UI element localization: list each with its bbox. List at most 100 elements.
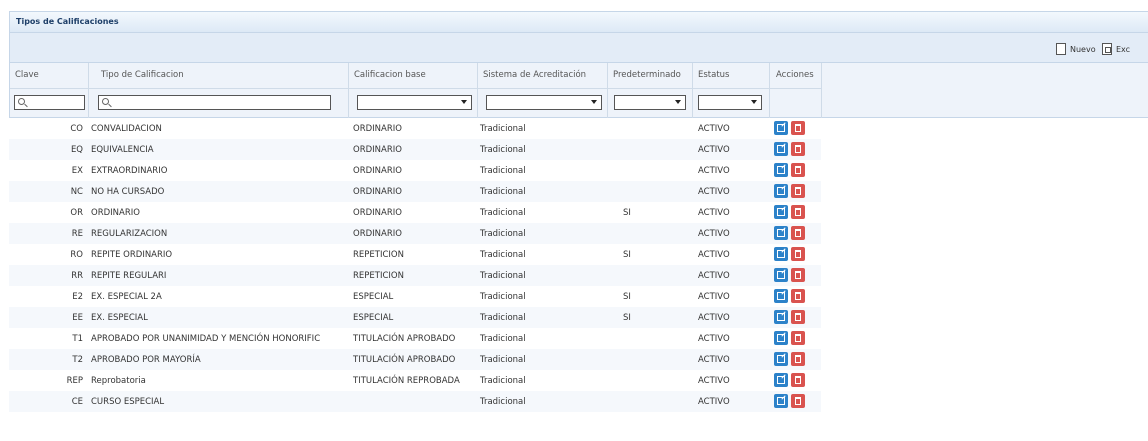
cell-estatus: ACTIVO bbox=[698, 145, 730, 155]
trash-icon bbox=[795, 208, 801, 216]
trash-icon bbox=[795, 250, 801, 258]
delete-button[interactable] bbox=[791, 205, 805, 219]
edit-button[interactable] bbox=[774, 163, 788, 177]
cell-tipo: CURSO ESPECIAL bbox=[91, 397, 165, 407]
edit-icon bbox=[777, 292, 785, 300]
delete-button[interactable] bbox=[791, 331, 805, 345]
delete-button[interactable] bbox=[791, 184, 805, 198]
trash-icon bbox=[795, 187, 801, 195]
toolbar: Nuevo Exc bbox=[9, 33, 1148, 63]
edit-button[interactable] bbox=[774, 226, 788, 240]
cell-sistema: Tradicional bbox=[480, 124, 526, 134]
panel-title: Tipos de Calificaciones bbox=[9, 11, 1148, 33]
trash-icon bbox=[795, 166, 801, 174]
cell-sistema: Tradicional bbox=[480, 355, 526, 365]
edit-button[interactable] bbox=[774, 184, 788, 198]
edit-icon bbox=[777, 376, 785, 384]
export-button[interactable]: Exc bbox=[1102, 42, 1130, 56]
edit-button[interactable] bbox=[774, 373, 788, 387]
table-row[interactable]: EQ EQUIVALENCIA ORDINARIO Tradicional AC… bbox=[9, 139, 821, 160]
filter-base-select[interactable] bbox=[357, 95, 472, 110]
edit-button[interactable] bbox=[774, 268, 788, 282]
column-clave[interactable]: Clave bbox=[10, 63, 89, 118]
delete-button[interactable] bbox=[791, 121, 805, 135]
cell-estatus: ACTIVO bbox=[698, 208, 730, 218]
delete-button[interactable] bbox=[791, 142, 805, 156]
delete-button[interactable] bbox=[791, 163, 805, 177]
cell-estatus: ACTIVO bbox=[698, 313, 730, 323]
cell-base: TITULACIÓN APROBADO bbox=[353, 355, 456, 365]
edit-button[interactable] bbox=[774, 394, 788, 408]
edit-button[interactable] bbox=[774, 289, 788, 303]
cell-estatus: ACTIVO bbox=[698, 124, 730, 134]
column-predeterminado-label: Predeterminado bbox=[613, 70, 681, 80]
filter-estatus-select[interactable] bbox=[698, 95, 762, 110]
column-clave-label: Clave bbox=[15, 70, 39, 80]
delete-button[interactable] bbox=[791, 310, 805, 324]
table-row[interactable]: RR REPITE REGULARI REPETICION Tradiciona… bbox=[9, 265, 821, 286]
table-row[interactable]: E2 EX. ESPECIAL 2A ESPECIAL Tradicional … bbox=[9, 286, 821, 307]
column-predeterminado[interactable]: Predeterminado bbox=[608, 63, 693, 118]
search-icon bbox=[102, 98, 109, 105]
column-tipo-label: Tipo de Calificacion bbox=[101, 70, 184, 80]
cell-tipo: APROBADO POR MAYORÍA bbox=[91, 355, 201, 365]
edit-button[interactable] bbox=[774, 331, 788, 345]
cell-tipo: ORDINARIO bbox=[91, 208, 140, 218]
cell-sistema: Tradicional bbox=[480, 334, 526, 344]
table-row[interactable]: NC NO HA CURSADO ORDINARIO Tradicional A… bbox=[9, 181, 821, 202]
table-row[interactable]: CE CURSO ESPECIAL Tradicional ACTIVO bbox=[9, 391, 821, 412]
delete-button[interactable] bbox=[791, 352, 805, 366]
edit-icon bbox=[777, 187, 785, 195]
cell-base: ORDINARIO bbox=[353, 229, 402, 239]
edit-button[interactable] bbox=[774, 310, 788, 324]
column-tipo[interactable]: Tipo de Calificacion bbox=[89, 63, 349, 118]
table-row[interactable]: EE EX. ESPECIAL ESPECIAL Tradicional SI … bbox=[9, 307, 821, 328]
edit-button[interactable] bbox=[774, 142, 788, 156]
delete-button[interactable] bbox=[791, 394, 805, 408]
table-row[interactable]: CO CONVALIDACION ORDINARIO Tradicional A… bbox=[9, 118, 821, 139]
cell-tipo: NO HA CURSADO bbox=[91, 187, 165, 197]
column-base[interactable]: Calificacion base bbox=[349, 63, 478, 118]
table-row[interactable]: T2 APROBADO POR MAYORÍA TITULACIÓN APROB… bbox=[9, 349, 821, 370]
filter-sistema-select[interactable] bbox=[486, 95, 602, 110]
edit-button[interactable] bbox=[774, 205, 788, 219]
filter-tipo-input[interactable] bbox=[98, 95, 331, 110]
table-row[interactable]: REP Reprobatoria TITULACIÓN REPROBADA Tr… bbox=[9, 370, 821, 391]
table-row[interactable]: RO REPITE ORDINARIO REPETICION Tradicion… bbox=[9, 244, 821, 265]
trash-icon bbox=[795, 124, 801, 132]
cell-estatus: ACTIVO bbox=[698, 397, 730, 407]
cell-base: ESPECIAL bbox=[353, 313, 394, 323]
new-button[interactable]: Nuevo bbox=[1056, 42, 1096, 56]
cell-base: ORDINARIO bbox=[353, 124, 402, 134]
table-row[interactable]: T1 APROBADO POR UNANIMIDAD Y MENCIÓN HON… bbox=[9, 328, 821, 349]
table-row[interactable]: RE REGULARIZACION ORDINARIO Tradicional … bbox=[9, 223, 821, 244]
edit-button[interactable] bbox=[774, 247, 788, 261]
cell-sistema: Tradicional bbox=[480, 313, 526, 323]
cell-estatus: ACTIVO bbox=[698, 271, 730, 281]
edit-button[interactable] bbox=[774, 352, 788, 366]
cell-predeterminado: SI bbox=[623, 292, 631, 302]
filter-predeterminado-select[interactable] bbox=[614, 95, 686, 110]
cell-estatus: ACTIVO bbox=[698, 376, 730, 386]
delete-button[interactable] bbox=[791, 268, 805, 282]
trash-icon bbox=[795, 229, 801, 237]
delete-button[interactable] bbox=[791, 226, 805, 240]
cell-estatus: ACTIVO bbox=[698, 187, 730, 197]
cell-sistema: Tradicional bbox=[480, 187, 526, 197]
column-estatus[interactable]: Estatus bbox=[693, 63, 770, 118]
column-sistema[interactable]: Sistema de Acreditación bbox=[478, 63, 608, 118]
search-icon bbox=[18, 98, 25, 105]
new-document-icon bbox=[1056, 43, 1066, 55]
edit-button[interactable] bbox=[774, 121, 788, 135]
delete-button[interactable] bbox=[791, 247, 805, 261]
cell-tipo: Reprobatoria bbox=[91, 376, 146, 386]
edit-icon bbox=[777, 355, 785, 363]
table-row[interactable]: EX EXTRAORDINARIO ORDINARIO Tradicional … bbox=[9, 160, 821, 181]
cell-clave: RO bbox=[70, 250, 83, 260]
delete-button[interactable] bbox=[791, 289, 805, 303]
table-row[interactable]: OR ORDINARIO ORDINARIO Tradicional SI AC… bbox=[9, 202, 821, 223]
delete-button[interactable] bbox=[791, 373, 805, 387]
filter-clave-input[interactable] bbox=[14, 95, 85, 110]
cell-clave: CO bbox=[70, 124, 83, 134]
cell-base: ESPECIAL bbox=[353, 292, 394, 302]
